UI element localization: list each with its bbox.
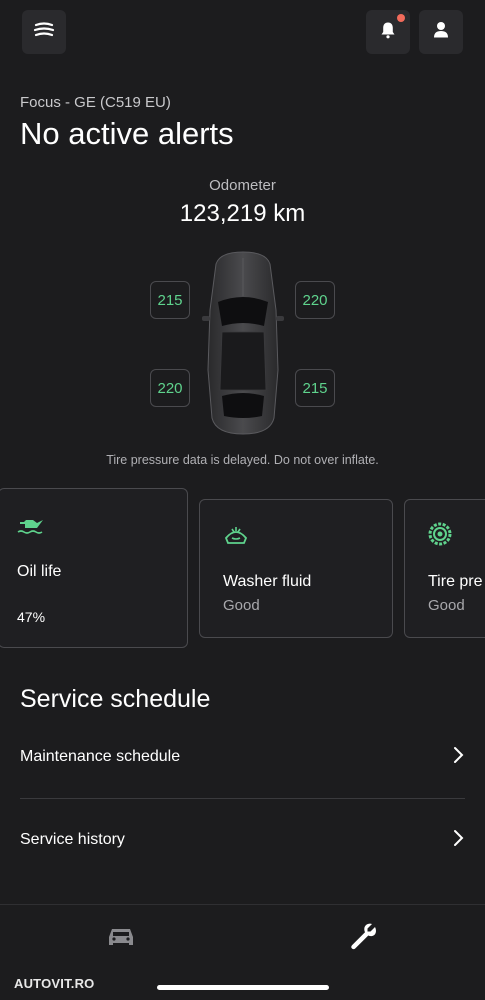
tire-pressure-value: 215 [157,291,183,309]
tire-pressure-value: 220 [302,291,328,309]
menu-button[interactable] [22,10,66,54]
notification-badge [397,14,405,22]
service-schedule-heading: Service schedule [20,685,211,713]
home-indicator[interactable] [157,985,329,990]
tire-pressure-value: 215 [302,379,328,397]
card-value: Good [223,597,260,614]
washer-fluid-card[interactable]: Washer fluid Good [199,499,393,638]
tire-pressure-note: Tire pressure data is delayed. Do not ov… [106,453,379,467]
car-top-view-image [200,250,286,441]
car-icon [106,926,136,953]
odometer-label: Odometer [209,177,276,194]
card-label: Tire pre [428,573,483,590]
maintenance-schedule-row[interactable]: Maintenance schedule [20,737,465,777]
user-icon [433,21,449,43]
oil-can-icon [17,515,45,542]
tire-pressure-front-right: 220 [295,281,335,319]
oil-life-card[interactable]: Oil life 47% [0,488,188,648]
profile-button[interactable] [419,10,463,54]
watermark-logo: AUTOVIT.RO [14,976,95,991]
service-history-row[interactable]: Service history [20,820,465,860]
tire-pressure-front-left: 215 [150,281,190,319]
divider [20,798,465,799]
tire-pressure-rear-right: 215 [295,369,335,407]
notifications-button[interactable] [366,10,410,54]
windshield-washer-icon [223,522,249,551]
tire-pressure-card[interactable]: Tire pre Good [404,499,485,638]
card-label: Washer fluid [223,573,312,590]
chevron-right-icon [453,746,465,769]
odometer-value: 123,219 km [179,200,306,227]
vehicle-name: Focus - GE (C519 EU) [20,94,171,111]
wrench-icon [348,921,378,956]
list-item-label: Maintenance schedule [20,748,181,765]
card-label: Oil life [17,563,62,580]
tire-pressure-value: 220 [157,379,183,397]
nav-vehicle-tab[interactable] [100,921,142,957]
fordpass-menu-icon [33,21,55,44]
nav-service-tab[interactable] [342,917,384,959]
card-value: 47% [17,609,46,625]
card-value: Good [428,597,465,614]
bell-icon [380,21,396,44]
tire-pressure-rear-left: 220 [150,369,190,407]
list-item-label: Service history [20,831,125,848]
chevron-right-icon [453,829,465,852]
alert-status-title: No active alerts [20,116,234,151]
tire-icon [428,522,452,551]
